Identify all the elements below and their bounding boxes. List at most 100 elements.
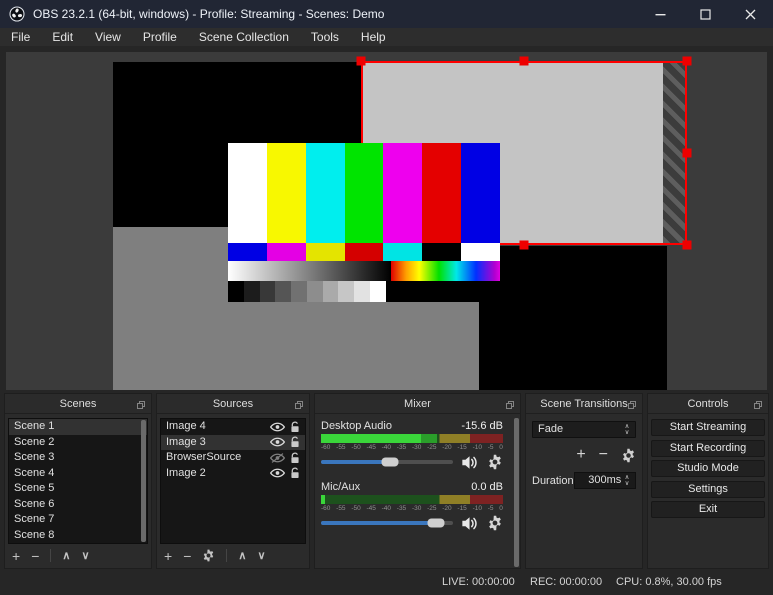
color-bars-test-pattern[interactable] xyxy=(228,143,501,302)
source-list-item[interactable]: Image 3 xyxy=(161,434,305,450)
transition-properties-gear-icon[interactable] xyxy=(621,448,636,463)
menu-file[interactable]: File xyxy=(0,28,41,46)
source-black-rect-bottom-right[interactable] xyxy=(479,246,667,390)
source-list-item[interactable]: Image 2 xyxy=(161,466,305,482)
panel-float-icon[interactable] xyxy=(295,400,303,409)
menu-bar: File Edit View Profile Scene Collection … xyxy=(0,28,773,46)
scenes-panel-header[interactable]: Scenes xyxy=(5,394,151,414)
add-transition-button[interactable]: + xyxy=(576,446,585,464)
selection-handle-bottom-right[interactable] xyxy=(682,240,692,250)
scene-list-scrollbar[interactable] xyxy=(141,420,146,542)
add-source-button[interactable]: + xyxy=(164,548,172,564)
volume-slider[interactable] xyxy=(321,457,453,467)
meter-tick-label: -25 xyxy=(427,444,437,451)
scene-list-item[interactable]: Scene 2 xyxy=(9,435,147,451)
add-scene-button[interactable]: + xyxy=(12,548,20,564)
meter-tick-label: -35 xyxy=(396,505,407,512)
scene-list-item[interactable]: Scene 4 xyxy=(9,466,147,482)
test-pattern-step-wedge-row xyxy=(228,281,500,302)
selection-handle-mid-right[interactable] xyxy=(682,148,692,158)
scene-list-item[interactable]: Scene 7 xyxy=(9,512,147,528)
scene-list-item[interactable]: Scene 1 xyxy=(9,419,147,435)
exit-button[interactable]: Exit xyxy=(651,501,765,518)
scene-list-item[interactable]: Scene 3 xyxy=(9,450,147,466)
mixer-panel-title: Mixer xyxy=(404,397,431,410)
menu-profile[interactable]: Profile xyxy=(132,28,188,46)
menu-edit[interactable]: Edit xyxy=(41,28,84,46)
visibility-eye-slash-icon[interactable] xyxy=(270,452,285,463)
meter-tick-label: -55 xyxy=(336,444,346,451)
minimize-button[interactable] xyxy=(638,0,683,28)
menu-help[interactable]: Help xyxy=(350,28,397,46)
volume-slider-handle[interactable] xyxy=(427,518,445,528)
panel-float-icon[interactable] xyxy=(628,400,636,409)
meter-tick-label: -30 xyxy=(411,505,422,512)
lock-open-icon[interactable] xyxy=(290,452,300,464)
maximize-button[interactable] xyxy=(683,0,728,28)
mixer-scrollbar[interactable] xyxy=(514,418,519,567)
controls-panel-title: Controls xyxy=(687,397,729,410)
visibility-eye-icon[interactable] xyxy=(270,468,285,478)
lock-open-icon[interactable] xyxy=(290,436,300,448)
panel-float-icon[interactable] xyxy=(137,400,145,409)
scene-list-item[interactable]: Scene 8 xyxy=(9,528,147,544)
move-scene-up-button[interactable]: ∧ xyxy=(62,548,70,564)
source-properties-gear-icon[interactable] xyxy=(202,549,215,562)
selection-handle-top-left[interactable] xyxy=(356,56,366,66)
duration-spinbox[interactable]: 300ms ∧ ∨ xyxy=(573,472,636,489)
scene-list-item[interactable]: Scene 6 xyxy=(9,497,147,513)
combo-arrows-icon[interactable]: ∧ ∨ xyxy=(621,422,633,437)
spinbox-arrows-icon[interactable]: ∧ ∨ xyxy=(621,473,633,488)
panel-float-icon[interactable] xyxy=(506,400,514,409)
move-source-up-button[interactable]: ∧ xyxy=(238,548,246,564)
source-list-item[interactable]: Image 4 xyxy=(161,419,305,435)
title-bar: OBS 23.2.1 (64-bit, windows) - Profile: … xyxy=(0,0,773,28)
meter-tick-label: -5 xyxy=(487,444,494,451)
transition-select[interactable]: Fade ∧ ∨ xyxy=(532,421,636,438)
mixer-panel-header[interactable]: Mixer xyxy=(315,394,520,414)
selection-handle-top-center[interactable] xyxy=(519,56,529,66)
start-recording-button[interactable]: Start Recording xyxy=(651,439,765,457)
volume-slider[interactable] xyxy=(321,518,453,528)
sources-panel-header[interactable]: Sources xyxy=(157,394,309,414)
remove-source-button[interactable]: − xyxy=(183,548,191,564)
scene-list-item[interactable]: Scene 9 xyxy=(9,543,147,544)
visibility-eye-icon[interactable] xyxy=(270,437,285,447)
test-pattern-reverse-bars xyxy=(228,243,501,261)
menu-scene-collection[interactable]: Scene Collection xyxy=(188,28,300,46)
remove-transition-button[interactable]: − xyxy=(599,446,608,464)
speaker-mute-icon[interactable] xyxy=(461,516,479,531)
meter-tick-label: -25 xyxy=(427,505,437,512)
mixer-channel-name: Desktop Audio xyxy=(321,420,392,432)
mixer-channel-db-value: -15.6 dB xyxy=(461,420,503,432)
selection-handle-top-right[interactable] xyxy=(682,56,692,66)
menu-tools[interactable]: Tools xyxy=(300,28,350,46)
channel-settings-gear-icon[interactable] xyxy=(487,515,503,531)
channel-settings-gear-icon[interactable] xyxy=(487,454,503,470)
transitions-panel-header[interactable]: Scene Transitions xyxy=(526,394,642,414)
meter-tick-label: -30 xyxy=(411,444,422,451)
selection-handle-bottom-center[interactable] xyxy=(519,240,529,250)
move-source-down-button[interactable]: ∨ xyxy=(257,548,265,564)
lock-open-icon[interactable] xyxy=(290,467,300,479)
panel-float-icon[interactable] xyxy=(754,400,762,409)
volume-slider-handle[interactable] xyxy=(381,457,399,467)
move-scene-down-button[interactable]: ∨ xyxy=(81,548,89,564)
settings-button[interactable]: Settings xyxy=(651,480,765,498)
scene-list-item[interactable]: Scene 5 xyxy=(9,481,147,497)
speaker-mute-icon[interactable] xyxy=(461,455,479,470)
source-list-item[interactable]: BrowserSource xyxy=(161,450,305,466)
preview-canvas xyxy=(6,52,767,390)
menu-view[interactable]: View xyxy=(84,28,132,46)
close-button[interactable] xyxy=(728,0,773,28)
meter-tick-label: 0 xyxy=(499,444,503,451)
controls-panel-header[interactable]: Controls xyxy=(648,394,768,414)
lock-open-icon[interactable] xyxy=(290,421,300,433)
start-streaming-button[interactable]: Start Streaming xyxy=(651,419,765,436)
studio-mode-button[interactable]: Studio Mode xyxy=(651,460,765,477)
remove-scene-button[interactable]: − xyxy=(31,548,39,564)
visibility-eye-icon[interactable] xyxy=(270,422,285,432)
obs-logo-icon xyxy=(9,6,25,22)
meter-tick-label: -40 xyxy=(381,505,392,512)
source-list: Image 4 Image 3 BrowserSource Image 2 xyxy=(160,418,306,544)
